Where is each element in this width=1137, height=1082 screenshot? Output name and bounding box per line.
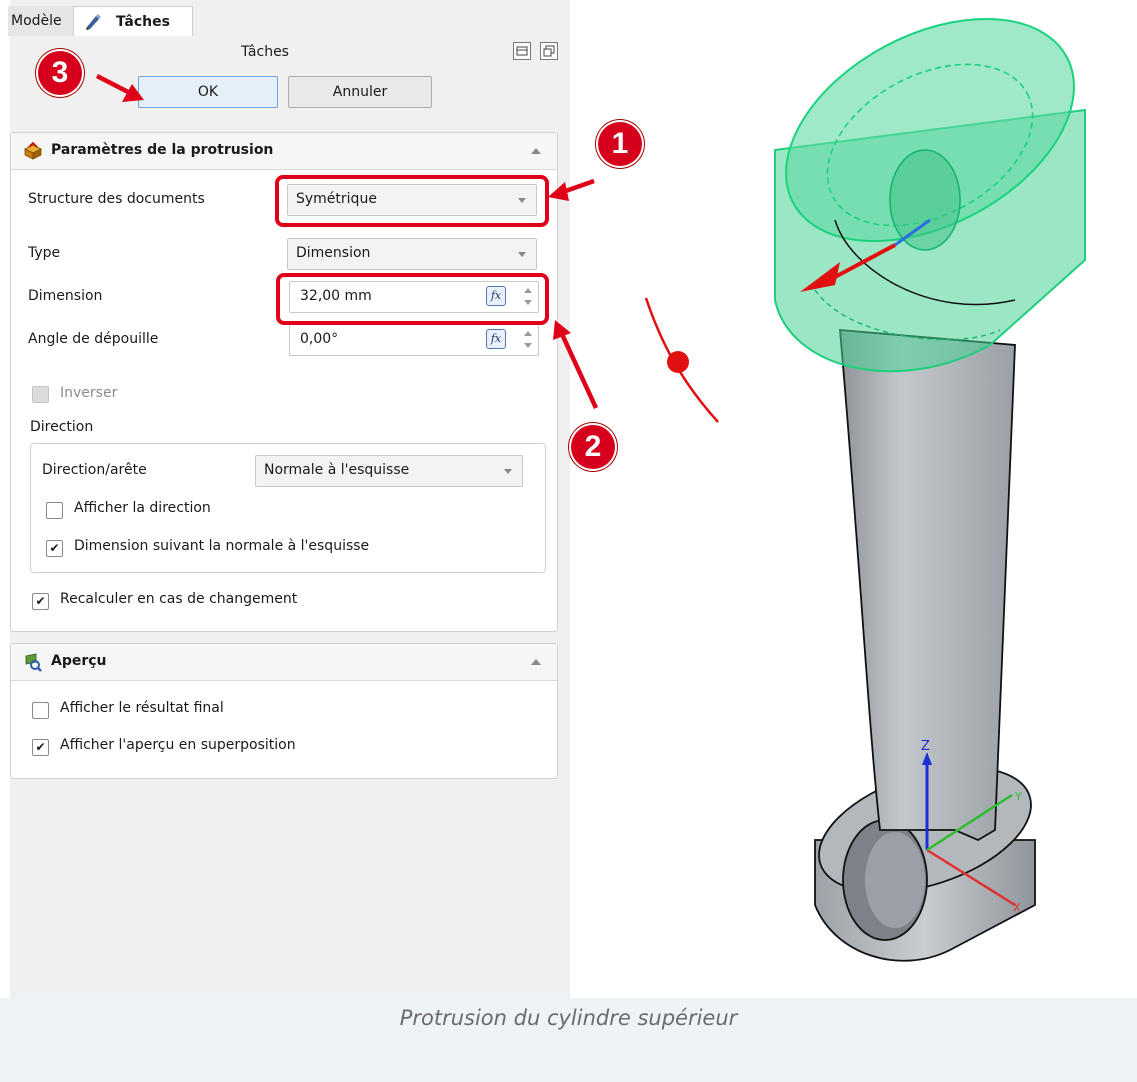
callout-2: 2 (571, 425, 615, 469)
dimension-dragger[interactable] (644, 297, 719, 423)
callout-3: 3 (38, 51, 82, 95)
annotation-arrows (95, 73, 599, 409)
highlight-mode-select (275, 175, 549, 227)
axis-x-label: X (1013, 901, 1021, 914)
figure-caption: Protrusion du cylindre supérieur (399, 1006, 738, 1030)
3d-viewport[interactable]: Z Y X (0, 0, 1137, 998)
highlight-dimension (276, 273, 549, 325)
upper-boss-preview (774, 17, 1086, 373)
callout-1: 1 (598, 122, 642, 166)
axis-y-label: Y (1014, 790, 1022, 803)
screenshot: Modèle Tâches Tâches OK Annuler Paramètr… (0, 0, 1137, 998)
axis-z-label: Z (921, 739, 930, 754)
